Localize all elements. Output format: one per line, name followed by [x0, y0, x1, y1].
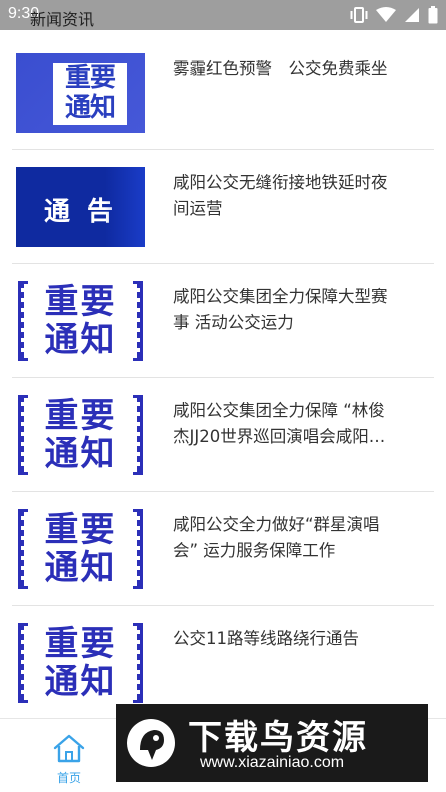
status-icons	[350, 6, 438, 28]
app-screen: 9:30 新闻资讯 重要 通知 雾霾红色预警 公交免费乘坐 通 告 咸阳公交无缝…	[0, 0, 446, 792]
news-thumbnail: 重要 通知	[16, 395, 145, 475]
nav-home[interactable]: 首页	[46, 733, 92, 786]
battery-icon	[428, 6, 438, 28]
bird-logo-icon	[126, 714, 176, 772]
news-thumbnail: 重要 通知	[16, 623, 145, 703]
news-item[interactable]: 重要 通知 雾霾红色预警 公交免费乘坐	[0, 36, 446, 150]
status-bar: 9:30 新闻资讯	[0, 0, 446, 30]
watermark-banner: 下载鸟资源 www.xiazainiao.com	[116, 704, 428, 782]
news-title: 公交11路等线路绕行通告	[173, 629, 359, 648]
news-thumbnail: 重要 通知	[16, 509, 145, 589]
news-item[interactable]: 重要 通知 公交11路等线路绕行通告	[0, 606, 446, 720]
thumbnail-text: 通知	[44, 548, 117, 588]
thumbnail-text: 重要	[44, 510, 117, 550]
vibrate-icon	[350, 7, 368, 27]
thumbnail-text: 重要	[44, 396, 117, 436]
thumbnail-text: 重要	[44, 624, 117, 664]
news-title: 咸阳公交全力做好“群星演唱会” 运力服务保障工作	[173, 515, 380, 560]
news-item[interactable]: 重要 通知 咸阳公交全力做好“群星演唱会” 运力服务保障工作	[0, 492, 446, 606]
news-list: 重要 通知 雾霾红色预警 公交免费乘坐 通 告 咸阳公交无缝衔接地铁延时夜间运营…	[0, 36, 446, 720]
news-title: 咸阳公交集团全力保障大型赛事 活动公交运力	[173, 287, 388, 332]
thumbnail-text: 通知	[44, 434, 117, 474]
home-icon	[52, 734, 86, 767]
wifi-icon	[376, 7, 396, 27]
news-title: 咸阳公交集团全力保障 “林俊杰JJ20世界巡回演唱会咸阳站”运力服务保障工作	[173, 401, 385, 446]
news-title: 雾霾红色预警 公交免费乘坐	[173, 59, 388, 78]
watermark-url: www.xiazainiao.com	[200, 754, 345, 771]
signal-icon	[404, 7, 420, 27]
thumbnail-text: 通知	[64, 93, 116, 123]
news-thumbnail: 重要 通知	[16, 281, 145, 361]
thumbnail-text: 通知	[44, 662, 117, 702]
thumbnail-text: 通知	[44, 320, 117, 360]
thumbnail-text: 重要	[44, 282, 117, 322]
thumbnail-text: 重要	[64, 63, 116, 93]
news-thumbnail: 重要 通知	[16, 53, 145, 133]
nav-home-label: 首页	[56, 771, 81, 785]
news-thumbnail: 通 告	[16, 167, 145, 247]
news-item[interactable]: 重要 通知 咸阳公交集团全力保障 “林俊杰JJ20世界巡回演唱会咸阳站”运力服务…	[0, 378, 446, 492]
news-item[interactable]: 重要 通知 咸阳公交集团全力保障大型赛事 活动公交运力	[0, 264, 446, 378]
news-item[interactable]: 通 告 咸阳公交无缝衔接地铁延时夜间运营	[0, 150, 446, 264]
page-title: 新闻资讯	[30, 10, 95, 29]
news-title: 咸阳公交无缝衔接地铁延时夜间运营	[173, 173, 388, 218]
watermark-title: 下载鸟资源	[188, 718, 368, 758]
